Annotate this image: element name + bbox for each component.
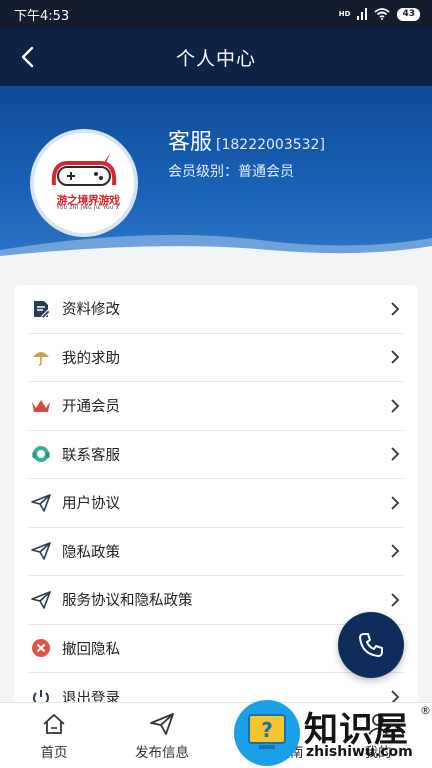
chevron-right-icon — [390, 544, 404, 558]
watermark-url: zhishiwu.com — [306, 744, 413, 760]
paper-plane-icon — [30, 492, 52, 514]
status-time: 下午4:53 — [14, 8, 70, 24]
edit-profile-icon — [30, 298, 52, 320]
menu-item-contact-support[interactable]: 联系客服 — [28, 431, 404, 479]
status-bar: 下午4:53 HD 43 — [0, 0, 432, 28]
back-button[interactable] — [14, 44, 40, 70]
customer-service-icon — [30, 443, 52, 465]
signal-icon — [357, 8, 368, 20]
menu-item-edit-profile[interactable]: 资料修改 — [28, 285, 404, 334]
paper-plane-icon — [30, 589, 52, 611]
wifi-icon — [374, 8, 391, 20]
nav-label: 发布信息 — [135, 744, 189, 761]
menu-item-open-membership[interactable]: 开通会员 — [28, 382, 404, 431]
chevron-right-icon — [390, 447, 404, 461]
chevron-right-icon — [390, 302, 404, 316]
username: 客服 — [168, 130, 213, 155]
call-button[interactable] — [338, 612, 404, 678]
watermark: ? 知识屋 ® zhishiwu.com — [234, 700, 432, 768]
menu-item-label: 隐私政策 — [62, 544, 120, 561]
menu-item-label: 服务协议和隐私政策 — [62, 593, 193, 610]
nav-home[interactable]: 首页 — [0, 703, 108, 768]
member-level: 会员级别：普通会员 — [168, 164, 294, 180]
menu-item-service-agreement[interactable]: 服务协议和隐私政策 — [28, 576, 404, 625]
paper-plane-icon — [30, 540, 52, 562]
svg-text:?: ? — [261, 718, 273, 742]
header-bar: 个人中心 — [0, 28, 432, 86]
avatar[interactable]: 游之境界游戏 YOU ZHI JING JIE YOU X — [30, 129, 138, 237]
page-title: 个人中心 — [175, 47, 256, 70]
menu-item-my-help[interactable]: 我的求助 — [28, 334, 404, 382]
back-arrow-icon — [21, 46, 34, 68]
menu-item-label: 联系客服 — [62, 447, 120, 464]
user-info: 客服 [18222003532] — [168, 124, 325, 156]
home-icon — [41, 711, 67, 737]
status-icons: HD 43 — [338, 7, 420, 21]
network-label: HD — [338, 10, 351, 18]
watermark-badge: ? — [234, 700, 300, 766]
chevron-right-icon — [390, 350, 404, 364]
chevron-right-icon — [390, 593, 404, 607]
menu-item-label: 我的求助 — [62, 350, 120, 367]
menu-item-label: 用户协议 — [62, 496, 120, 513]
chevron-right-icon — [390, 496, 404, 510]
crown-icon — [30, 395, 52, 417]
umbrella-icon — [30, 346, 52, 368]
nav-label: 首页 — [40, 744, 68, 761]
close-circle-icon — [30, 637, 52, 659]
menu-item-user-agreement[interactable]: 用户协议 — [28, 479, 404, 528]
logo-subtext: YOU ZHI JING JIE YOU X — [56, 206, 120, 211]
chevron-right-icon — [390, 399, 404, 413]
paper-plane-icon — [149, 711, 175, 737]
watermark-registered: ® — [420, 704, 431, 717]
battery-indicator: 43 — [397, 7, 420, 21]
menu-item-label: 资料修改 — [62, 302, 120, 319]
user-phone: [18222003532] — [216, 137, 325, 153]
nav-publish[interactable]: 发布信息 — [108, 703, 216, 768]
monitor-question-icon: ? — [248, 714, 286, 749]
phone-icon — [359, 633, 383, 657]
menu-item-label: 开通会员 — [62, 399, 120, 416]
menu-item-privacy-policy[interactable]: 隐私政策 — [28, 528, 404, 576]
gamepad-logo-icon — [51, 153, 117, 186]
